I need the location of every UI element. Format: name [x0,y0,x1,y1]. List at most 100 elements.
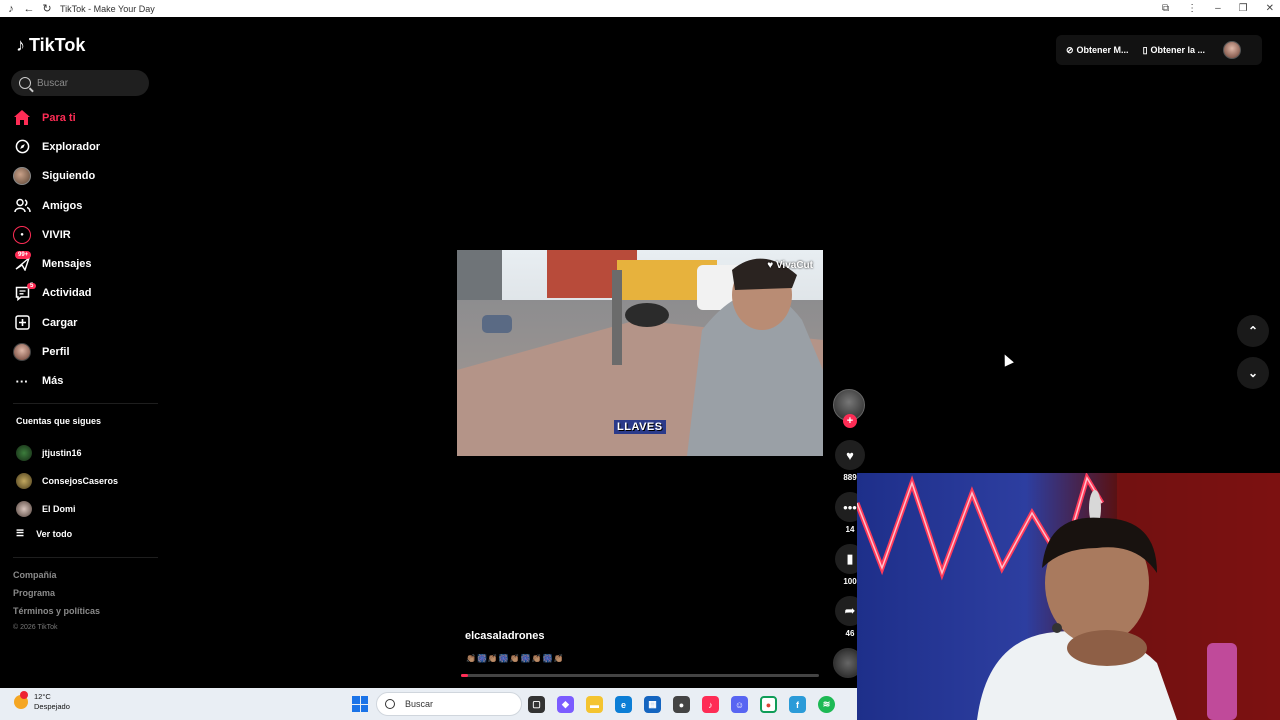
footer-link-terms[interactable]: Términos y políticas [13,606,100,624]
obs-icon[interactable]: ● [673,696,690,713]
nav-item-explorador[interactable]: Explorador [13,132,163,161]
weather-condition: Despejado [34,702,70,711]
nav-item-mas[interactable]: ··· Más [13,367,163,396]
reload-icon[interactable]: ↻ [40,2,54,16]
footer-links: Compañía Programa Términos y políticas ©… [13,570,100,642]
chrome-icon[interactable]: ● [760,696,777,713]
coin-icon: ⊘ [1066,44,1074,55]
search-icon [19,77,31,89]
account-name: ConsejosCaseros [42,476,119,486]
heart-icon: ♥ [835,440,865,470]
nav-label: Más [42,375,64,388]
phone-icon: ▯ [1142,44,1148,55]
watermark-text: VivaCut [775,260,813,271]
restore-button[interactable]: ❐ [1239,3,1248,14]
account-name: El Domi [42,504,76,514]
avatar [16,501,32,517]
nav-item-perfil[interactable]: Perfil [13,337,163,366]
next-video-button[interactable]: ⌄ [1237,357,1269,389]
task-view-icon[interactable]: ▢ [528,696,545,713]
search-input[interactable]: Buscar [11,70,149,96]
file-explorer-icon[interactable]: ▬ [586,696,603,713]
windows-start-icon[interactable] [352,696,368,712]
see-all-button[interactable]: ☰ Ver todo [16,528,72,539]
avatar [16,473,32,489]
user-avatar[interactable] [1223,41,1242,59]
divider [13,557,158,558]
nav-label: Amigos [42,199,83,212]
divider [13,403,158,404]
following-account[interactable]: jtjustin16 [16,439,156,467]
logo-text: TikTok [29,35,86,55]
creator-avatar[interactable]: + [833,389,865,428]
nav-label: Cargar [42,316,78,329]
nav-label: VIVIR [42,228,71,241]
get-app-button[interactable]: ▯ Obtener la ... [1143,45,1205,56]
nav-item-vivir[interactable]: ● VIVIR [13,220,163,249]
browser-title-bar: ♪ ← ↻ TikTok - Make Your Day ⧉ ⋮ – ❐ ✕ [0,0,1280,17]
taskbar-apps: ▢ ◆ ▬ e ▦ ● ♪ ☺ ● f ≋ [528,696,835,713]
nav-item-siguiendo[interactable]: Siguiendo [13,162,163,191]
vivacut-watermark: ♥ VivaCut [767,260,813,271]
kebab-menu-icon[interactable]: ⋮ [1187,3,1197,14]
tiktok-logo[interactable]: ♪ TikTok [16,35,85,56]
close-button[interactable]: ✕ [1266,3,1274,14]
mouse-cursor-icon [1000,352,1014,367]
window-title: TikTok - Make Your Day [60,3,155,14]
nav-item-mensajes[interactable]: 99+ Mensajes [13,249,163,278]
tiktok-app-icon: ♪ [8,2,14,15]
search-icon [385,699,395,709]
nav-label: Actividad [42,287,92,300]
video-caption: 👏🏽🎆👏🏽🎆👏🏽🎆👏🏽🎆👏🏽 [466,654,565,663]
get-coins-label: Obtener M... [1076,45,1129,55]
messages-badge: 99+ [15,251,32,260]
following-account[interactable]: ConsejosCaseros [16,467,156,495]
nav-item-amigos[interactable]: Amigos [13,191,163,220]
nav-label: Siguiendo [42,170,96,183]
account-name: jtjustin16 [42,448,82,458]
search-placeholder: Buscar [37,77,69,89]
video-overlay-text: LLAVES [614,420,666,434]
temperature: 12°C [34,692,51,701]
profile-avatar-icon [13,343,31,362]
friends-icon [13,197,31,215]
store-icon[interactable]: ▦ [644,696,661,713]
taskbar-search-input[interactable]: Buscar [376,692,522,716]
following-list: jtjustin16 ConsejosCaseros El Domi [16,439,156,523]
footer-link-company[interactable]: Compañía [13,570,100,588]
edge-icon[interactable]: e [615,696,632,713]
video-progress-bar[interactable] [461,674,819,677]
spotify-icon[interactable]: ≋ [818,696,835,713]
compass-icon [13,138,31,156]
nav-label: Mensajes [42,258,92,271]
weather-sun-icon [14,691,28,709]
video-author[interactable]: elcasaladrones [465,630,545,642]
nav-item-para-ti[interactable]: Para ti [13,103,163,132]
nav-item-actividad[interactable]: 5 Actividad [13,279,163,308]
following-section-title: Cuentas que sigues [16,416,102,426]
get-coins-button[interactable]: ⊘ Obtener M... [1066,45,1129,56]
previous-video-button[interactable]: ⌃ [1237,315,1269,347]
weather-widget[interactable]: 12°C Despejado [14,691,70,712]
activity-badge: 5 [27,282,37,289]
following-account[interactable]: El Domi [16,495,156,523]
minimize-button[interactable]: – [1215,3,1221,14]
footer-link-program[interactable]: Programa [13,588,100,606]
video-actions: + ♥ 889 ••• 14 ▮ 100 ➦ 46 [833,389,867,678]
discord-icon[interactable]: ☺ [731,696,748,713]
copyright: © 2026 TikTok [13,624,58,631]
translate-icon[interactable]: ⧉ [1162,3,1169,14]
live-icon: ● [13,225,31,244]
nav-label: Perfil [42,346,70,359]
nav-label: Explorador [42,140,101,153]
video-player[interactable]: ♥ VivaCut LLAVES [457,250,823,456]
get-app-label: Obtener la ... [1150,45,1206,55]
follow-plus-icon[interactable]: + [843,414,857,428]
more-icon: ··· [15,373,29,389]
copilot-icon[interactable]: ◆ [557,696,574,713]
facebook-icon[interactable]: f [789,696,806,713]
back-arrow-icon[interactable]: ← [22,2,36,16]
nav-item-cargar[interactable]: Cargar [13,308,163,337]
sidebar-nav: Para ti Explorador Siguiendo Amigos ● VI… [13,103,163,396]
tiktok-taskbar-icon[interactable]: ♪ [702,696,719,713]
